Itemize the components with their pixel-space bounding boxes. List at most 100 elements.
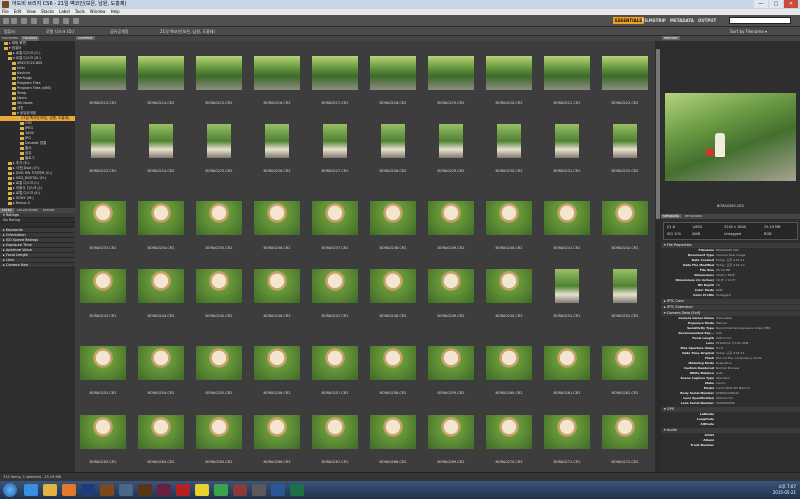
thumbnail[interactable]: BORA0214.CR2 xyxy=(136,56,186,116)
reveal-recent-icon[interactable] xyxy=(21,18,27,24)
sort-dropdown[interactable]: Sort by Filename ▾ xyxy=(730,27,767,36)
thumbnail[interactable]: BORA0271.CR2 xyxy=(542,415,592,475)
thumbnail[interactable]: BORA0249.CR2 xyxy=(426,269,476,329)
thumbnail[interactable]: BORA0270.CR2 xyxy=(484,415,534,475)
thumbnail[interactable]: BORA0232.CR2 xyxy=(600,124,650,184)
thumbnail[interactable]: BORA0215.CR2 xyxy=(194,56,244,116)
chrome-icon[interactable] xyxy=(214,484,228,496)
thumbnail[interactable]: BORA0230.CR2 xyxy=(484,124,534,184)
folder-tree-item[interactable]: ▸ Nexus 5 xyxy=(0,201,75,206)
close-button[interactable]: ✕ xyxy=(784,0,798,8)
thumbnail[interactable]: BORA0261.CR2 xyxy=(542,346,592,406)
explorer-icon[interactable] xyxy=(43,484,57,496)
thumbnail[interactable]: BORA0247.CR2 xyxy=(310,269,360,329)
thumbnail[interactable]: BORA0255.CR2 xyxy=(194,346,244,406)
thumbnail[interactable]: BORA0223.CR2 xyxy=(78,124,128,184)
thumbnail[interactable]: BORA0244.CR2 xyxy=(136,269,186,329)
kakao-icon[interactable] xyxy=(195,484,209,496)
thumbnail[interactable]: BORA0219.CR2 xyxy=(426,56,476,116)
breadcrumb-share[interactable]: 공유공개정 xyxy=(110,27,128,36)
thumbnail[interactable]: BORA0224.CR2 xyxy=(136,124,186,184)
thumbnail[interactable]: BORA0253.CR2 xyxy=(78,346,128,406)
thumbnail[interactable]: BORA0256.CR2 xyxy=(252,346,302,406)
thumbnail[interactable]: BORA0241.CR2 xyxy=(542,201,592,261)
thumbnail[interactable]: BORA0263.CR2 xyxy=(78,415,128,475)
thumbnail[interactable]: BORA0245.CR2 xyxy=(194,269,244,329)
thumbnail[interactable]: BORA0246.CR2 xyxy=(252,269,302,329)
forward-icon[interactable] xyxy=(11,18,17,24)
thumbnail[interactable]: BORA0239.CR2 xyxy=(426,201,476,261)
back-icon[interactable] xyxy=(3,18,9,24)
thumbnail[interactable]: BORA0251.CR2 xyxy=(542,269,592,329)
preview-image[interactable] xyxy=(665,93,796,181)
photoshop-icon[interactable] xyxy=(81,484,95,496)
thumbnail[interactable]: BORA0240.CR2 xyxy=(484,201,534,261)
thumbnail[interactable]: BORA0267.CR2 xyxy=(310,415,360,475)
thumbnail[interactable]: BORA0234.CR2 xyxy=(136,201,186,261)
start-button[interactable] xyxy=(3,483,17,497)
tab-content[interactable]: CONTENT xyxy=(76,36,95,40)
app-icon[interactable] xyxy=(233,484,247,496)
filter-item[interactable]: ▸ Camera Raw xyxy=(0,263,75,268)
return-to-app-icon[interactable] xyxy=(31,18,37,24)
bridge-icon[interactable] xyxy=(100,484,114,496)
excel-icon[interactable] xyxy=(290,484,304,496)
output-icon[interactable] xyxy=(73,18,79,24)
thumbnail[interactable]: BORA0264.CR2 xyxy=(136,415,186,475)
thumbnail[interactable]: BORA0226.CR2 xyxy=(252,124,302,184)
thumbnail[interactable]: BORA0242.CR2 xyxy=(600,201,650,261)
thumbnail[interactable]: BORA0221.CR2 xyxy=(542,56,592,116)
lightroom-icon[interactable] xyxy=(119,484,133,496)
thumbnail[interactable]: BORA0258.CR2 xyxy=(368,346,418,406)
breadcrumb-drive[interactable]: 로컬 디스크 (D:) xyxy=(46,27,75,36)
workspace-output[interactable]: OUTPUT xyxy=(696,17,718,24)
open-in-camera-raw-icon[interactable] xyxy=(63,18,69,24)
thumbnail[interactable]: BORA0231.CR2 xyxy=(542,124,592,184)
ie-icon[interactable] xyxy=(24,484,38,496)
thumbnail[interactable]: BORA0272.CR2 xyxy=(600,415,650,475)
thumbnail[interactable]: BORA0237.CR2 xyxy=(310,201,360,261)
thumbnail[interactable]: BORA0225.CR2 xyxy=(194,124,244,184)
thumbnail[interactable]: BORA0222.CR2 xyxy=(600,56,650,116)
scroll-thumb[interactable] xyxy=(656,49,660,219)
indesign-icon[interactable] xyxy=(157,484,171,496)
workspace-filmstrip[interactable]: FILMSTRIP xyxy=(640,17,668,24)
tab-keywords[interactable]: KEYWORDS xyxy=(683,214,704,218)
thumbnail[interactable]: BORA0257.CR2 xyxy=(310,346,360,406)
media-icon[interactable] xyxy=(62,484,76,496)
thumbnail[interactable]: BORA0220.CR2 xyxy=(484,56,534,116)
workspace-metadata[interactable]: METADATA xyxy=(668,17,696,24)
thumbnail[interactable]: BORA0227.CR2 xyxy=(310,124,360,184)
thumbnail[interactable]: BORA0228.CR2 xyxy=(368,124,418,184)
metadata-section-header[interactable]: ▸ IPTC Core xyxy=(661,299,800,304)
app2-icon[interactable] xyxy=(252,484,266,496)
acrobat-icon[interactable] xyxy=(176,484,190,496)
thumbnail[interactable]: BORA0243.CR2 xyxy=(78,269,128,329)
thumbnail[interactable]: BORA0252.CR2 xyxy=(600,269,650,329)
thumbnail[interactable]: BORA0266.CR2 xyxy=(252,415,302,475)
refine-icon[interactable] xyxy=(53,18,59,24)
tab-preview[interactable]: PREVIEW xyxy=(662,36,680,40)
thumbnail[interactable]: BORA0269.CR2 xyxy=(426,415,476,475)
get-photos-icon[interactable] xyxy=(43,18,49,24)
thumbnail[interactable]: BORA0248.CR2 xyxy=(368,269,418,329)
thumbnail[interactable]: BORA0265.CR2 xyxy=(194,415,244,475)
thumbnail[interactable]: BORA0238.CR2 xyxy=(368,201,418,261)
thumbnail[interactable]: BORA0213.CR2 xyxy=(78,56,128,116)
thumbnail[interactable]: BORA0217.CR2 xyxy=(310,56,360,116)
tab-metadata[interactable]: METADATA xyxy=(661,214,681,218)
thumbnail[interactable]: BORA0229.CR2 xyxy=(426,124,476,184)
maximize-button[interactable]: □ xyxy=(769,0,783,8)
thumbnail[interactable]: BORA0233.CR2 xyxy=(78,201,128,261)
thumbnail[interactable]: BORA0268.CR2 xyxy=(368,415,418,475)
thumbnail[interactable]: BORA0235.CR2 xyxy=(194,201,244,261)
thumbnail[interactable]: BORA0259.CR2 xyxy=(426,346,476,406)
metadata-section-header[interactable]: ▸ IPTC Extension xyxy=(661,305,800,310)
thumbnail[interactable]: BORA0236.CR2 xyxy=(252,201,302,261)
thumbnail[interactable]: BORA0262.CR2 xyxy=(600,346,650,406)
thumbnail[interactable]: BORA0216.CR2 xyxy=(252,56,302,116)
thumbnail[interactable]: BORA0254.CR2 xyxy=(136,346,186,406)
thumbnail[interactable]: BORA0260.CR2 xyxy=(484,346,534,406)
thumbnail[interactable]: BORA0250.CR2 xyxy=(484,269,534,329)
illustrator-icon[interactable] xyxy=(138,484,152,496)
